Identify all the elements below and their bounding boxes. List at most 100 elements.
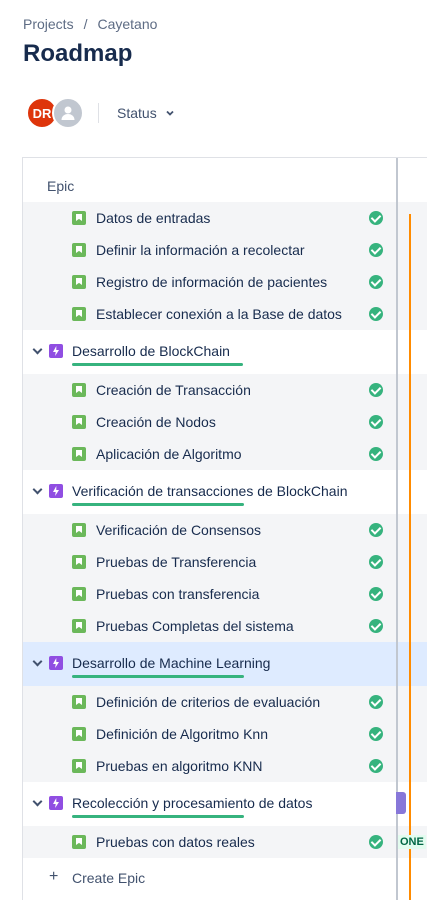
breadcrumb-separator: / [83,16,88,32]
story-icon [72,555,86,569]
list-item[interactable]: Pruebas Completas del sistema [23,610,427,642]
list-item[interactable]: Creación de Transacción [23,374,427,406]
done-check-icon [369,759,383,773]
done-check-icon [369,383,383,397]
list-item[interactable]: Pruebas de Transferencia [23,546,427,578]
done-check-icon [369,275,383,289]
epic-timeline-bar[interactable] [396,792,406,814]
chevron-down-icon[interactable] [31,797,43,809]
user-icon [61,106,75,120]
story-icon [72,835,86,849]
filter-divider [98,103,99,123]
epic-progress-bar [72,363,243,366]
list-item[interactable]: Verificación de Consensos [23,514,427,546]
story-icon [72,727,86,741]
story-icon [72,211,86,225]
issue-title: Aplicación de Algoritmo [96,446,242,462]
done-check-icon [369,307,383,321]
status-filter-button[interactable]: Status [117,105,175,121]
done-check-icon [369,727,383,741]
done-check-icon [369,447,383,461]
chevron-down-icon[interactable] [31,657,43,669]
epic-icon [49,656,63,670]
status-filter-label: Status [117,105,157,121]
story-icon [72,243,86,257]
list-item[interactable]: Aplicación de Algoritmo [23,438,427,470]
panel-resize-handle[interactable] [396,158,398,900]
chevron-down-icon [166,110,174,116]
issue-title: Pruebas en algoritmo KNN [96,758,263,774]
issue-title: Creación de Transacción [96,382,251,398]
done-check-icon [369,695,383,709]
list-item[interactable]: Definición de Algoritmo Knn [23,718,427,750]
status-badge: ONE [398,835,426,849]
epic-progress-bar [72,503,244,506]
story-icon [72,383,86,397]
list-item[interactable]: Establecer conexión a la Base de datos [23,298,427,330]
list-item[interactable]: Datos de entradas [23,202,427,234]
done-check-icon [369,835,383,849]
story-icon [72,587,86,601]
issue-title: Datos de entradas [96,210,211,226]
roadmap-panel: Epic Datos de entradas Definir la inform… [22,157,427,900]
list-item[interactable]: Pruebas con datos reales [23,826,427,858]
story-icon [72,523,86,537]
page-title: Roadmap [23,40,133,67]
done-check-icon [369,523,383,537]
breadcrumb-projects-link[interactable]: Projects [23,16,74,32]
issue-title: Pruebas con transferencia [96,586,260,602]
issue-title: Pruebas Completas del sistema [96,618,294,634]
unassigned-avatar[interactable] [52,97,84,129]
issue-title: Pruebas de Transferencia [96,554,257,570]
issue-title: Verificación de Consensos [96,522,261,538]
chevron-down-icon[interactable] [31,345,43,357]
list-item[interactable]: Pruebas en algoritmo KNN [23,750,427,782]
epic-progress-bar [72,815,244,818]
epic-row[interactable]: Verificación de transacciones de BlockCh… [23,470,427,514]
epic-row[interactable]: Desarrollo de BlockChain [23,330,427,374]
create-epic-label: Create Epic [72,870,146,886]
epic-title: Desarrollo de BlockChain [72,343,230,359]
done-check-icon [369,243,383,257]
issue-title: Definir la información a recolectar [96,242,305,258]
list-item[interactable]: Registro de información de pacientes [23,266,427,298]
chevron-down-icon[interactable] [31,485,43,497]
done-check-icon [369,587,383,601]
done-check-icon [369,211,383,225]
issue-title: Definición de criterios de evaluación [96,694,321,710]
issue-title: Pruebas con datos reales [96,834,255,850]
epic-icon [49,344,63,358]
issue-title: Creación de Nodos [96,414,216,430]
story-icon [72,307,86,321]
list-item[interactable]: Pruebas con transferencia [23,578,427,610]
epic-row[interactable]: Recolección y procesamiento de datos [23,782,427,826]
done-check-icon [369,555,383,569]
epic-icon [49,796,63,810]
today-marker [409,214,411,900]
list-item[interactable]: Creación de Nodos [23,406,427,438]
breadcrumb-project-link[interactable]: Cayetano [97,16,157,32]
story-icon [72,695,86,709]
story-icon [72,759,86,773]
epic-title: Desarrollo de Machine Learning [72,655,271,671]
issue-title: Registro de información de pacientes [96,274,328,290]
done-check-icon [369,415,383,429]
story-icon [72,447,86,461]
create-epic-button[interactable]: + Create Epic [23,858,427,898]
story-icon [72,415,86,429]
list-item[interactable]: Definir la información a recolectar [23,234,427,266]
epic-title: Recolección y procesamiento de datos [72,795,313,811]
story-icon [72,619,86,633]
list-item[interactable]: Definición de criterios de evaluación [23,686,427,718]
epic-icon [49,484,63,498]
epic-row[interactable]: Desarrollo de Machine Learning [23,642,427,686]
epic-title: Verificación de transacciones de BlockCh… [72,483,348,499]
done-check-icon [369,619,383,633]
plus-icon: + [49,868,59,885]
epic-column-label: Epic [47,178,75,194]
breadcrumb: Projects / Cayetano [23,16,157,32]
epic-progress-bar [72,675,244,678]
filter-bar: DR Status [26,96,175,130]
issue-title: Establecer conexión a la Base de datos [96,306,342,322]
issue-title: Definición de Algoritmo Knn [96,726,268,742]
